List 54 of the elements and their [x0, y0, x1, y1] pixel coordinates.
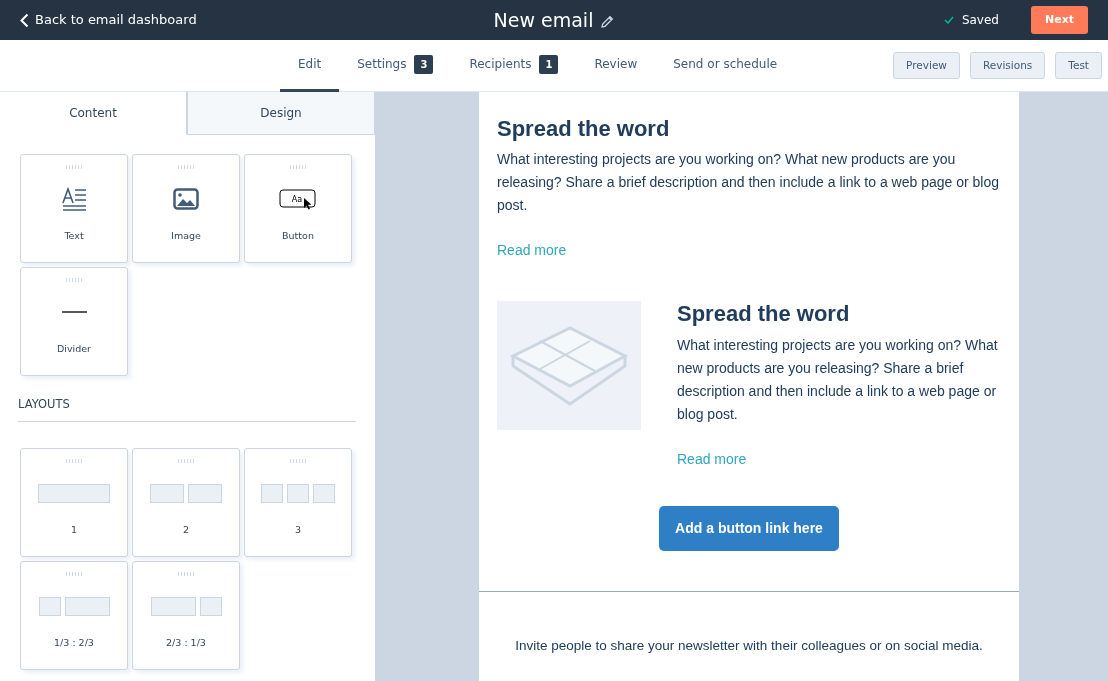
email-paragraph: What interesting projects are you working on? What new products are you releasing? Share a brief description and then include a link to a web page or blog post.	[677, 335, 999, 424]
layout-label: 2/3 : 1/3	[166, 636, 206, 651]
chevron-left-icon	[20, 12, 29, 28]
module-label: Text	[64, 229, 84, 243]
module-card[interactable]: Text	[20, 154, 128, 263]
email-paragraph: What interesting projects are you working on? What new products are you releasing? Share a brief description and then include a link to a web page or blog post.	[497, 150, 1000, 216]
button-icon: Aa	[279, 188, 317, 210]
drag-handle-icon[interactable]	[65, 278, 83, 282]
back-link[interactable]: Back to email dashboard	[20, 10, 197, 30]
layout-card[interactable]: 3	[244, 448, 352, 558]
email-heading: Spread the word	[677, 301, 851, 328]
pencil-icon[interactable]	[601, 14, 615, 28]
module-label: Image	[171, 229, 201, 243]
column-layout-icon	[261, 483, 335, 503]
nav-tab[interactable]: Send or schedule	[655, 39, 796, 92]
module-label: Button	[282, 229, 314, 243]
layout-label: 1	[70, 523, 77, 538]
line-icon	[61, 311, 87, 313]
nav-tab[interactable]: Settings 3	[339, 39, 452, 92]
cta-button[interactable]: Add a button link here	[659, 505, 839, 551]
drag-handle-icon[interactable]	[177, 165, 195, 169]
layout-card[interactable]: 2	[132, 448, 240, 558]
module-card[interactable]: Image	[132, 154, 240, 263]
drag-handle-icon[interactable]	[289, 165, 307, 169]
drag-handle-icon[interactable]	[65, 165, 83, 169]
layout-card[interactable]: 2/3 : 1/3	[132, 561, 240, 671]
layout-label: 2	[182, 523, 189, 538]
panel-tab[interactable]: Design	[187, 92, 375, 135]
action-button[interactable]: Revisions	[969, 51, 1046, 80]
saved-status: Saved	[961, 12, 999, 29]
action-button[interactable]: Test	[1055, 51, 1102, 80]
email-heading: Spread the word	[497, 116, 671, 143]
column-layout-icon	[38, 483, 110, 503]
text-icon	[61, 187, 87, 211]
image-icon	[173, 188, 199, 210]
module-label: Divider	[57, 342, 91, 356]
section-heading: LAYOUTS	[18, 396, 356, 423]
nav-tab[interactable]: Review	[576, 39, 656, 92]
module-card[interactable]: Aa Button	[244, 154, 352, 263]
action-button[interactable]: Preview	[893, 51, 960, 80]
column-layout-icon	[150, 596, 222, 616]
email-title: New email	[493, 7, 594, 33]
layout-card[interactable]: 1/3 : 2/3	[20, 561, 128, 671]
layout-label: 3	[294, 523, 301, 538]
column-layout-icon	[150, 483, 222, 503]
layout-card[interactable]: 1	[20, 448, 128, 558]
layout-label: 1/3 : 2/3	[54, 636, 94, 651]
module-card[interactable]: Divider	[20, 267, 128, 376]
footer-text: Invite people to share your newsletter with their colleagues or on social media.	[514, 636, 984, 655]
column-layout-icon	[38, 596, 110, 616]
count-badge: 3	[414, 54, 434, 74]
count-badge: 1	[539, 54, 559, 74]
nav-tab[interactable]: Recipients 1	[451, 39, 577, 92]
checkmark-icon	[943, 16, 954, 24]
